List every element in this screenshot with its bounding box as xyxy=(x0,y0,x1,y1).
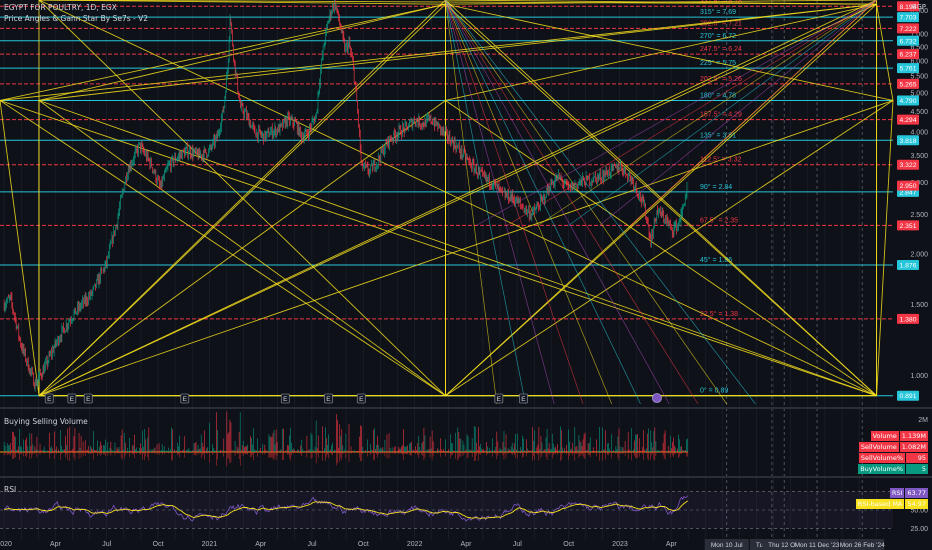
time-tick-label: 2020 xyxy=(0,541,12,548)
angle-level-label: 180° = 4.78 xyxy=(700,91,736,99)
legend-value: 63.77 xyxy=(905,488,928,498)
level-tag-label: 3.818 xyxy=(899,138,916,145)
price-tick-label: 2.000 xyxy=(910,251,928,258)
rsi-pane-title[interactable]: RSI xyxy=(4,485,16,494)
symbol-title[interactable]: EGYPT FOR POULTRY, 1D, EGX xyxy=(4,3,117,12)
legend-value: 1.082M xyxy=(899,442,928,452)
rsi-tick-label: 25.00 xyxy=(910,526,928,533)
legend-entry: RSI 63.77 xyxy=(889,488,928,498)
angle-level-label: 202.5° = 5.26 xyxy=(700,75,742,83)
earnings-label: E xyxy=(497,396,502,403)
legend-label: RSI xyxy=(889,488,905,498)
time-tick-label: 2021 xyxy=(202,541,218,548)
legend-label: RSI-based MA xyxy=(855,499,905,509)
time-tick-label: Apr xyxy=(461,541,473,548)
price-chart[interactable]: 337.5° = 8.18315° = 7.69292.5° = 7.21270… xyxy=(0,0,932,550)
time-tick-label: Jul xyxy=(308,541,317,548)
legend-label: BuyVolume% xyxy=(858,464,905,474)
level-tag-label: 6.237 xyxy=(899,52,916,59)
earnings-label: E xyxy=(283,396,288,403)
earnings-label: E xyxy=(86,396,91,403)
level-tag-label: 2.351 xyxy=(899,223,916,230)
volume-scale-label: 2M xyxy=(918,417,928,424)
level-tag-label: 7.222 xyxy=(899,26,916,33)
legend-value: 5 xyxy=(906,464,928,474)
earnings-label: E xyxy=(521,396,526,403)
level-tag-label: 7.703 xyxy=(899,15,916,22)
angle-level-label: 67.5° = 2.35 xyxy=(700,216,738,224)
earnings-label: E xyxy=(183,396,188,403)
legend-value: 54.97 xyxy=(905,499,928,509)
time-tick-label: Oct xyxy=(153,541,164,548)
future-date-label: Mon 11 Dec '23 xyxy=(795,542,840,549)
pane-separator[interactable] xyxy=(0,476,932,478)
price-tick-label: 3.500 xyxy=(910,153,928,160)
time-tick-label: Oct xyxy=(358,541,369,548)
future-date-label: Mon 26 Feb '24 xyxy=(840,542,885,549)
level-tag-label: 3.322 xyxy=(899,162,916,169)
level-tag-label: 5.761 xyxy=(899,66,916,73)
level-tag-label: 4.294 xyxy=(899,117,916,124)
time-tick-label: 2023 xyxy=(612,541,628,548)
time-tick-label: Apr xyxy=(50,541,62,548)
price-tick-label: 2.500 xyxy=(910,212,928,219)
pane-separator[interactable] xyxy=(0,407,932,409)
earnings-label: E xyxy=(326,396,331,403)
legend-entry: SellVolume% 95 xyxy=(858,453,928,463)
legend-label: SellVolume% xyxy=(858,453,905,463)
time-tick-label: Apr xyxy=(255,541,267,548)
earnings-label: E xyxy=(47,396,52,403)
legend-entry: SellVolume 1.082M xyxy=(858,442,928,452)
legend-entry: Volume 1.139M xyxy=(870,431,928,441)
angle-level-label: 90° = 2.84 xyxy=(700,183,732,191)
angle-level-label: 135° = 3.81 xyxy=(700,131,736,139)
volume-pane-title[interactable]: Buying Selling Volume xyxy=(4,417,88,426)
angle-level-label: 315° = 7.69 xyxy=(700,8,736,16)
price-tick-label: 1.500 xyxy=(910,302,928,309)
legend-value: 95 xyxy=(906,453,928,463)
legend-label: Volume xyxy=(870,431,899,441)
angle-level-label: 0° = 0.89 xyxy=(700,387,728,395)
angle-level-label: 247.5° = 6.24 xyxy=(700,45,742,53)
future-date-label: Mon 10 Jul xyxy=(711,542,743,549)
legend-label: SellVolume xyxy=(858,442,899,452)
level-tag-label: 0.891 xyxy=(899,393,916,400)
angle-level-label: 270° = 6.72 xyxy=(700,32,736,40)
last-price-label: 2.950 xyxy=(899,183,916,190)
time-tick-label: Jul xyxy=(513,541,522,548)
legend-value: 1.139M xyxy=(899,431,928,441)
time-tick-label: 2022 xyxy=(407,541,423,548)
angle-level-label: 22.5° = 1.38 xyxy=(700,310,738,318)
level-tag-label: 1.876 xyxy=(899,263,916,270)
level-tag-label: 6.732 xyxy=(899,38,916,45)
earnings-label: E xyxy=(70,396,75,403)
currency-label: EGP xyxy=(911,3,926,11)
level-tag-label: 4.790 xyxy=(899,98,916,105)
legend-entry: RSI-based MA 54.97 xyxy=(855,499,928,509)
time-tick-label: Apr xyxy=(666,541,678,548)
legend-entry: BuyVolume% 5 xyxy=(858,464,928,474)
earnings-label: E xyxy=(359,396,364,403)
price-tick-label: 1.000 xyxy=(910,373,928,380)
level-tag-label: 5.265 xyxy=(899,81,916,88)
time-tick-label: Oct xyxy=(563,541,574,548)
time-tick-label: Jul xyxy=(102,541,111,548)
rsi-pane: 75.0050.0025.00 xyxy=(0,489,928,533)
indicator-title[interactable]: Price Angles & Gann Star By Se7s - V2 xyxy=(4,14,148,23)
level-tag-label: 1.380 xyxy=(899,316,916,323)
dividend-icon xyxy=(652,393,662,403)
